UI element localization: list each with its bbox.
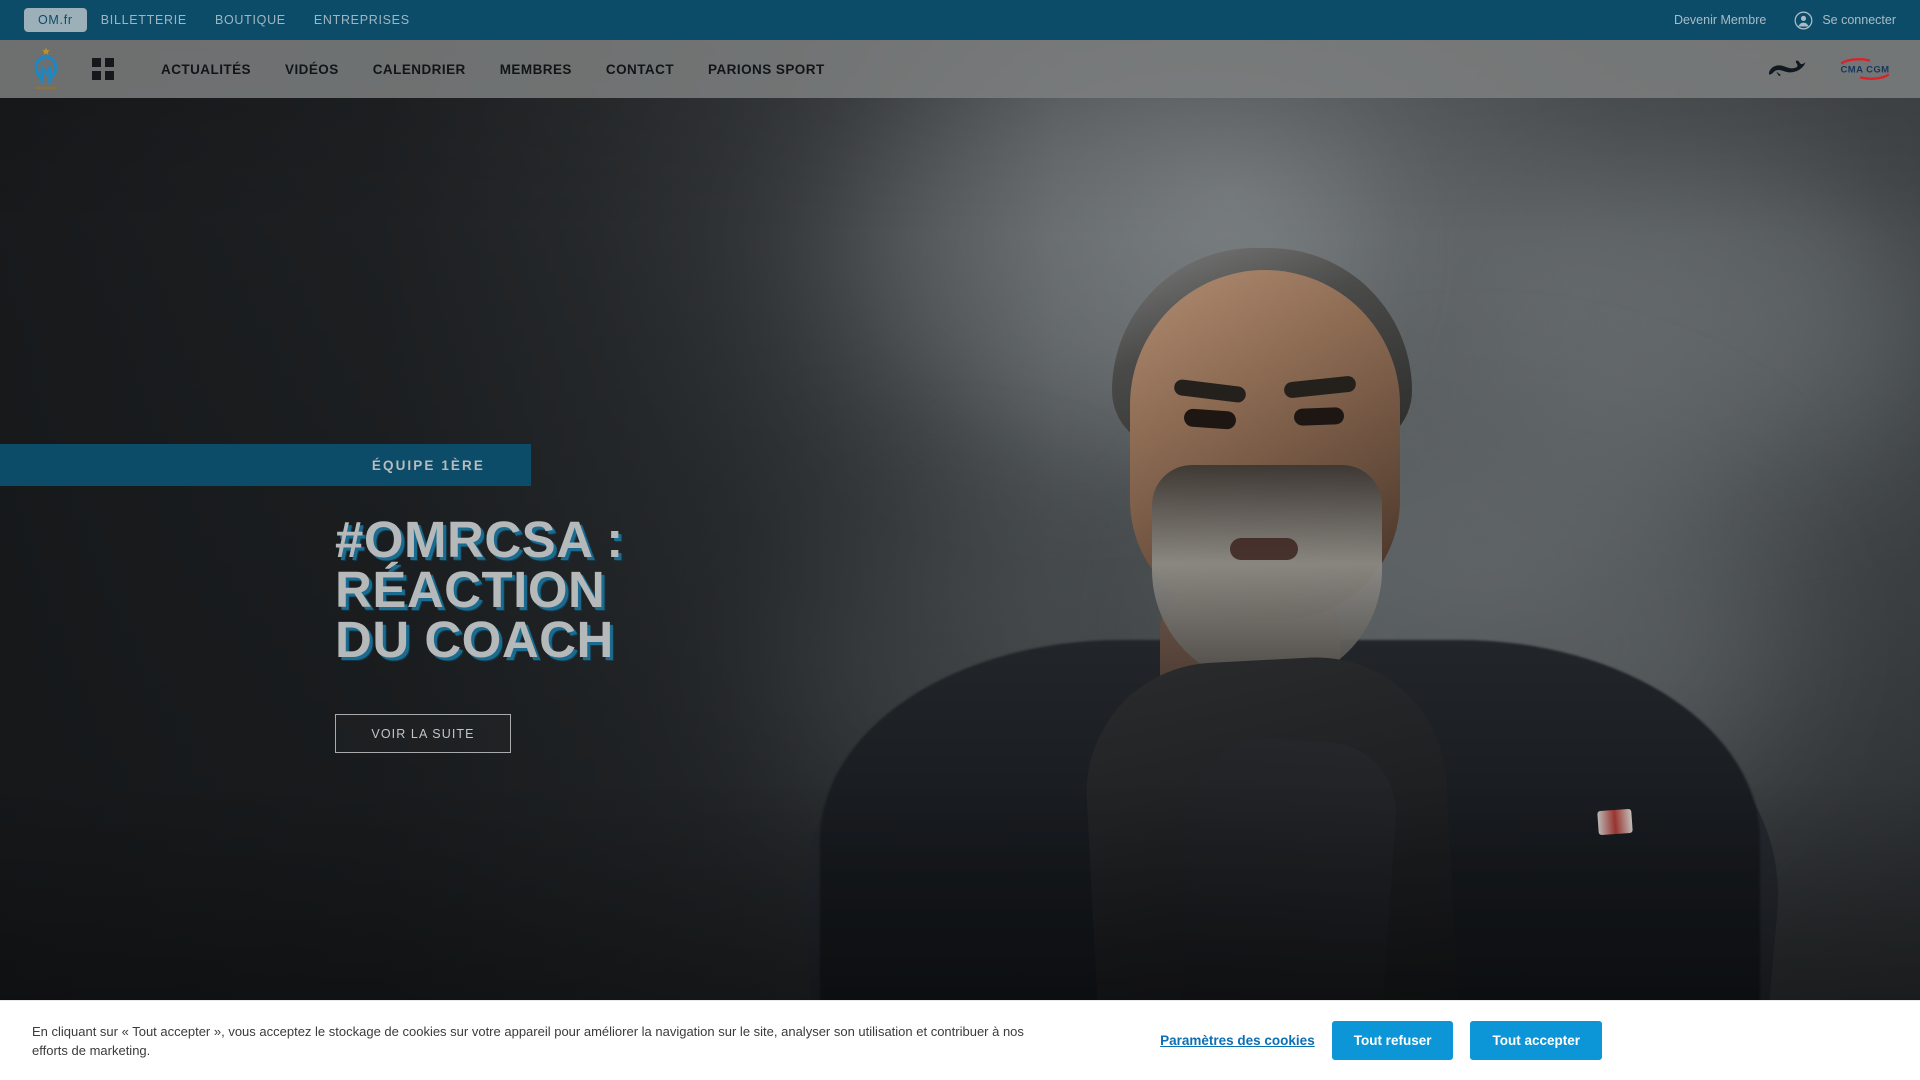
nav-item-calendrier[interactable]: CALENDRIER [356,56,483,83]
puma-logo-icon[interactable] [1766,57,1814,81]
nav-item-contact[interactable]: CONTACT [589,56,691,83]
hero-title-line-1: #OMRCSA : [335,511,624,568]
hero-category-badge: ÉQUIPE 1ÈRE [0,444,531,486]
top-link-entreprises[interactable]: ENTREPRISES [300,8,424,32]
hero-category-label: ÉQUIPE 1ÈRE [371,457,485,473]
om-club-logo-icon [26,46,66,92]
reject-all-cookies-button[interactable]: Tout refuser [1331,1021,1454,1060]
sponsor-logos: CMA CGM [1766,56,1920,82]
sign-in-label: Se connecter [1822,13,1896,27]
top-utility-bar: OM.fr BILLETTERIE BOUTIQUE ENTREPRISES D… [0,0,1920,40]
main-navigation-bar: ACTUALITÉS VIDÉOS CALENDRIER MEMBRES CON… [0,40,1920,98]
primary-nav-items: ACTUALITÉS VIDÉOS CALENDRIER MEMBRES CON… [144,56,842,83]
hero-title-line-2: RÉACTION [335,561,606,618]
nav-item-videos[interactable]: VIDÉOS [268,56,356,83]
cookie-consent-actions: Paramètres des cookies Tout refuser Tout… [1160,1021,1920,1060]
hero-title: #OMRCSA : RÉACTION DU COACH [335,511,624,668]
become-member-link[interactable]: Devenir Membre [1674,13,1766,27]
cookie-consent-banner: En cliquant sur « Tout accepter », vous … [0,1000,1920,1080]
grid-cell [105,58,114,67]
accept-all-cookies-button[interactable]: Tout accepter [1470,1021,1602,1060]
cookie-settings-link[interactable]: Paramètres des cookies [1160,1033,1315,1048]
nav-item-membres[interactable]: MEMBRES [483,56,589,83]
user-avatar-icon [1794,11,1813,30]
cookie-consent-text: En cliquant sur « Tout accepter », vous … [32,1023,1024,1058]
svg-text:CMA CGM: CMA CGM [1841,65,1890,76]
top-link-boutique[interactable]: BOUTIQUE [201,8,300,32]
cma-cgm-logo-icon[interactable]: CMA CGM [1836,56,1894,82]
nav-item-parions-sport[interactable]: PARIONS SPORT [691,56,842,83]
nav-item-actualites[interactable]: ACTUALITÉS [144,56,268,83]
hero-read-more-button[interactable]: VOIR LA SUITE [335,714,511,753]
top-link-billetterie[interactable]: BILLETTERIE [87,8,201,32]
om-logo-link[interactable] [0,46,66,92]
top-utility-actions: Devenir Membre Se connecter [1674,11,1920,30]
hero-title-line-3: DU COACH [335,611,614,668]
sign-in-link[interactable]: Se connecter [1794,11,1896,30]
grid-cell [92,71,101,80]
top-utility-links: OM.fr BILLETTERIE BOUTIQUE ENTREPRISES [0,8,424,32]
grid-cell [92,58,101,67]
grid-menu-icon[interactable] [92,58,114,80]
top-link-om-fr[interactable]: OM.fr [24,8,87,32]
grid-cell [105,71,114,80]
hero-vignette-overlay [0,0,1920,1080]
